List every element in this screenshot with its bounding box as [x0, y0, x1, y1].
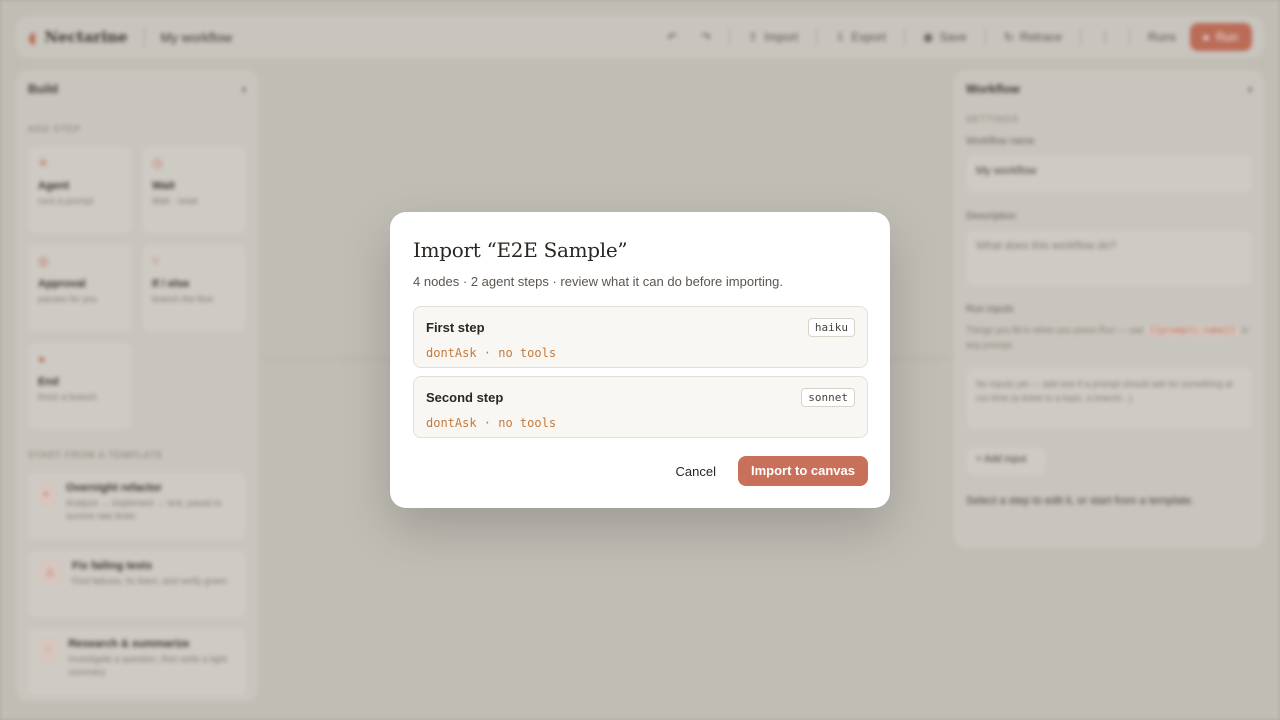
import-to-canvas-button[interactable]: Import to canvas — [737, 456, 868, 486]
dialog-title: Import “E2E Sample” — [413, 238, 628, 262]
model-badge: haiku — [807, 318, 855, 337]
dialog-subtitle: 4 nodes · 2 agent steps · review what it… — [413, 274, 783, 289]
dialog-actions: Cancel Import to canvas — [672, 456, 868, 486]
model-badge: sonnet — [801, 388, 855, 407]
step-permissions: dontAsk · no tools — [426, 346, 557, 360]
import-dialog: Import “E2E Sample” 4 nodes · 2 agent st… — [390, 212, 890, 508]
cancel-button[interactable]: Cancel — [672, 458, 720, 485]
step-name: First step — [426, 320, 485, 335]
agent-step-card: Second step dontAsk · no tools sonnet — [413, 376, 868, 438]
step-permissions: dontAsk · no tools — [426, 416, 557, 430]
step-name: Second step — [426, 390, 504, 405]
agent-step-card: First step dontAsk · no tools haiku — [413, 306, 868, 368]
